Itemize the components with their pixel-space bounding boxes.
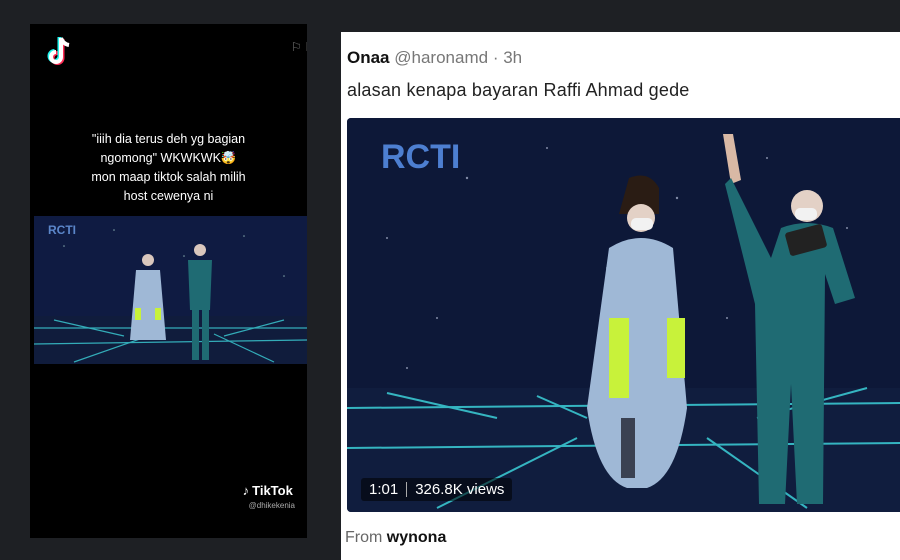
dot-separator: ·	[492, 48, 499, 67]
caption-line: mon maap tiktok salah milih	[91, 170, 246, 184]
rcti-logo: RCTI	[381, 138, 460, 176]
tweet-video[interactable]: RCTI 1:01 326.8K views	[347, 118, 900, 512]
tiktok-logo-icon	[47, 37, 70, 65]
video-source: From wynona	[345, 529, 446, 547]
author-handle[interactable]: @haronamd	[394, 48, 488, 67]
flag-icon[interactable]: ⚐ I	[291, 40, 307, 54]
video-frame: RCTI	[347, 118, 900, 512]
video-meta: 1:01 326.8K views	[361, 478, 513, 501]
tiktok-caption: "iiih dia terus deh yg bagian ngomong" W…	[30, 130, 307, 206]
from-label: From	[345, 529, 383, 546]
tweet-time[interactable]: 3h	[503, 48, 522, 67]
caption-line: ngomong" WKWKWK🤯	[100, 151, 237, 165]
tiktok-video-frame[interactable]: RCTI	[34, 216, 307, 364]
watermark-brand: TikTok	[252, 483, 293, 498]
tiktok-watermark: ♪ TikTok @dhikekenia	[243, 483, 295, 510]
tiktok-note-icon: ♪	[242, 483, 250, 498]
caption-line: host cewenya ni	[123, 189, 214, 203]
tiktok-video-panel[interactable]: ⚐ I "iiih dia terus deh yg bagian ngomon…	[30, 24, 307, 538]
tweet-text: alasan kenapa bayaran Raffi Ahmad gede	[347, 80, 690, 100]
video-duration: 1:01	[369, 481, 399, 498]
from-user[interactable]: wynona	[387, 529, 447, 546]
rcti-logo: RCTI	[48, 223, 76, 237]
author-name[interactable]: Onaa	[347, 48, 390, 67]
caption-line: "iiih dia terus deh yg bagian	[91, 132, 246, 146]
watermark-user: @dhikekenia	[248, 501, 295, 510]
tweet-header: Onaa @haronamd · 3h	[347, 48, 522, 68]
tweet-card[interactable]: Onaa @haronamd · 3h alasan kenapa bayara…	[341, 32, 900, 560]
video-views: 326.8K views	[415, 481, 505, 498]
